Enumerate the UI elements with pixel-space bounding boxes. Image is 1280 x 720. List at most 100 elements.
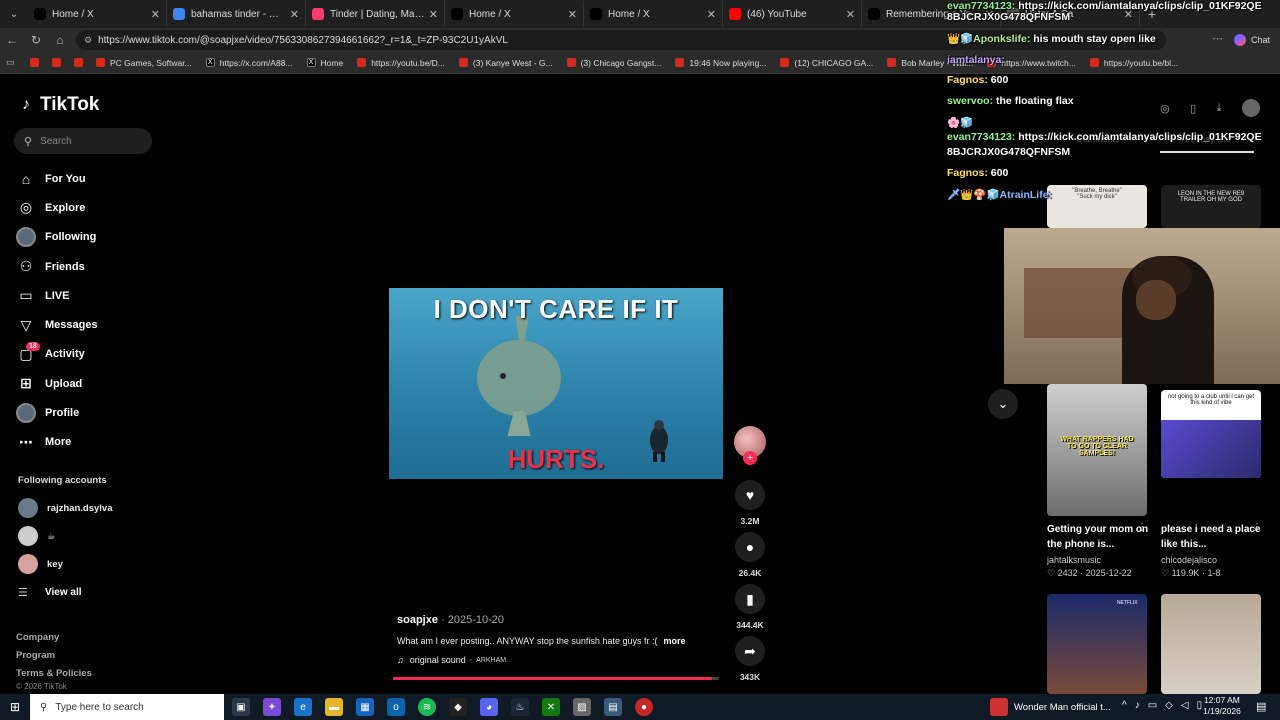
notification-icon[interactable]: ▤ bbox=[1256, 700, 1266, 713]
taskbar-search-input[interactable]: ⚲ Type here to search bbox=[30, 694, 224, 720]
follow-plus-icon[interactable]: + bbox=[743, 451, 757, 465]
app-icon[interactable]: ▨ bbox=[573, 698, 591, 716]
browser-tab[interactable]: Home / X ✕ bbox=[584, 1, 723, 27]
task-view-icon[interactable]: ▣ bbox=[232, 698, 250, 716]
following-account[interactable]: key bbox=[18, 550, 198, 578]
video-sound[interactable]: ♫ original sound - ARKHAM. bbox=[397, 655, 727, 665]
following-account[interactable]: ☕ bbox=[18, 522, 198, 550]
sidebar-item-more[interactable]: ⋯ More bbox=[16, 428, 196, 457]
bookmarks-menu-icon[interactable]: ▭ bbox=[6, 57, 20, 68]
display-icon[interactable]: ▭ bbox=[1148, 700, 1157, 711]
store-icon[interactable]: ▦ bbox=[356, 698, 374, 716]
sidebar-item-profile[interactable]: Profile bbox=[16, 398, 196, 427]
related-thumb-4[interactable] bbox=[1161, 594, 1261, 694]
sidebar-item-upload[interactable]: ⊞ Upload bbox=[16, 369, 196, 398]
active-window[interactable]: Wonder Man official t... bbox=[990, 694, 1111, 720]
tiktok-logo[interactable]: ♪ TikTok bbox=[18, 94, 99, 116]
outlook-icon[interactable]: o bbox=[387, 698, 405, 716]
sidebar-item-friends[interactable]: ⚇ Friends bbox=[16, 252, 196, 281]
bookmark-item[interactable]: (12) CHICAGO GA... bbox=[780, 58, 873, 68]
copilot-icon[interactable]: ✦ bbox=[263, 698, 281, 716]
files-icon[interactable]: ▤ bbox=[604, 698, 622, 716]
volume-icon[interactable]: ◁ bbox=[1181, 700, 1189, 711]
sidebar-item-activity[interactable]: ▢ Activity 18 bbox=[16, 340, 196, 369]
windows-start-icon[interactable]: ⊞ bbox=[0, 694, 30, 720]
discord-icon[interactable]: ◕ bbox=[480, 698, 498, 716]
spotify-icon[interactable]: ≋ bbox=[418, 698, 436, 716]
sidebar-item-following[interactable]: Following bbox=[16, 223, 196, 252]
comment-action[interactable]: ● 26.4K bbox=[733, 532, 767, 578]
reload-icon[interactable]: ↻ bbox=[24, 33, 48, 47]
more-button[interactable]: more bbox=[663, 636, 685, 646]
bookmark-item[interactable]: https://youtu.be/bl... bbox=[1089, 58, 1178, 68]
related-author-2[interactable]: chicodejalisco bbox=[1161, 555, 1217, 565]
browser-tab[interactable]: (46) YouTube ✕ bbox=[723, 1, 862, 27]
close-icon[interactable]: ✕ bbox=[429, 8, 438, 21]
sidebar-item-messages[interactable]: ▽ Messages bbox=[16, 310, 196, 339]
taskbar-clock[interactable]: 12:07 AM 1/19/2026 bbox=[1203, 695, 1241, 717]
close-icon[interactable]: ✕ bbox=[707, 8, 716, 21]
bookmark-item[interactable]: 19:46 Now playing... bbox=[675, 58, 766, 68]
sidebar-item-explore[interactable]: ◎ Explore bbox=[16, 193, 196, 222]
related-author-1[interactable]: jahtalksmusic bbox=[1047, 555, 1101, 565]
more-options-icon[interactable]: ⋮ bbox=[1252, 522, 1262, 533]
bookmark-item[interactable]: PC Games, Softwar... bbox=[96, 58, 192, 68]
footer-link[interactable]: Company bbox=[16, 629, 92, 647]
browser-tab[interactable]: Tinder | Dating, Make Friend ✕ bbox=[306, 1, 445, 27]
like-action[interactable]: ♥ 3.2M bbox=[733, 480, 767, 526]
media-icon[interactable]: ◆ bbox=[449, 698, 467, 716]
steam-icon[interactable]: ♨ bbox=[511, 698, 529, 716]
close-icon[interactable]: ✕ bbox=[846, 8, 855, 21]
bookmark-item[interactable]: https://youtu.be/D... bbox=[357, 58, 445, 68]
related-thumb-top-1[interactable]: "Breathe, Breathe" "Suck my dick" bbox=[1047, 185, 1147, 228]
footer-link[interactable]: Program bbox=[16, 647, 92, 665]
close-icon[interactable]: ✕ bbox=[151, 8, 160, 21]
bookmark-item[interactable]: Xhttps://x.com/A88... bbox=[205, 58, 293, 68]
compass-icon[interactable]: ◎ bbox=[1160, 102, 1170, 115]
footer-link[interactable]: Terms & Policies bbox=[16, 665, 92, 683]
related-thumb-3[interactable]: NETFLIX bbox=[1047, 594, 1147, 694]
back-icon[interactable]: ← bbox=[0, 33, 24, 47]
file-explorer-icon[interactable]: ▬ bbox=[325, 698, 343, 716]
download-icon[interactable]: ⤓ bbox=[1217, 102, 1222, 115]
bookmark-item[interactable]: X Home bbox=[306, 58, 343, 68]
copilot-chat-button[interactable]: Chat bbox=[1230, 31, 1276, 49]
xbox-icon[interactable]: ✕ bbox=[542, 698, 560, 716]
video-progress-bar[interactable] bbox=[393, 677, 719, 680]
close-icon[interactable]: ✕ bbox=[568, 8, 577, 21]
view-all-button[interactable]: ☰ View all bbox=[18, 578, 198, 606]
video-author[interactable]: soapjxe · 2025-10-20 bbox=[397, 614, 727, 626]
bookmark-item[interactable] bbox=[30, 58, 44, 68]
record-icon[interactable]: ● bbox=[635, 698, 653, 716]
menu-dots-icon[interactable]: ⋯ bbox=[1212, 32, 1223, 45]
tray-chevron-icon[interactable]: ^ bbox=[1122, 700, 1127, 711]
save-action[interactable]: ▮ 344.4K bbox=[733, 584, 767, 630]
following-account[interactable]: rajzhan.dsylva bbox=[18, 494, 198, 522]
bookmark-item[interactable]: (3) Chicago Gangst... bbox=[566, 58, 661, 68]
edge-icon[interactable]: e bbox=[294, 698, 312, 716]
related-thumb-2[interactable]: not going to a club until i can get this… bbox=[1161, 390, 1261, 478]
network-icon[interactable]: ◇ bbox=[1165, 700, 1173, 711]
browser-tab[interactable]: bahamas tinder - Google Se ✕ bbox=[167, 1, 306, 27]
browser-tab[interactable]: Home / X ✕ bbox=[28, 1, 167, 27]
related-thumb-top-2[interactable]: LEON IN THE NEW RE9 TRAILER OH MY GOD bbox=[1161, 185, 1261, 228]
sidebar-item-live[interactable]: ▭ LIVE bbox=[16, 281, 196, 310]
device-icon[interactable]: ▯ bbox=[1190, 102, 1196, 115]
user-avatar[interactable] bbox=[1241, 99, 1260, 117]
related-thumb-1[interactable]: WHAT RAPPERS HAD TO GO TO CLEAR SAMPLES! bbox=[1047, 384, 1147, 516]
search-input[interactable]: ⚲ Search bbox=[14, 128, 152, 154]
bookmark-item[interactable] bbox=[52, 58, 66, 68]
close-icon[interactable]: ✕ bbox=[290, 8, 299, 21]
mic-icon[interactable]: ♪ bbox=[1135, 700, 1140, 711]
bookmark-item[interactable]: (3) Kanye West - G... bbox=[458, 58, 553, 68]
next-video-button[interactable]: ⌄ bbox=[988, 389, 1018, 419]
video-player[interactable]: I DON'T CARE IF IT HURTS. bbox=[389, 288, 723, 479]
home-icon[interactable]: ⌂ bbox=[48, 33, 72, 47]
tab-search-icon[interactable]: ⌄ bbox=[0, 0, 28, 28]
site-info-icon[interactable]: ⚙ bbox=[84, 35, 92, 46]
browser-tab[interactable]: Home / X ✕ bbox=[445, 1, 584, 27]
share-action[interactable]: ➦ 343K bbox=[733, 636, 767, 682]
more-options-icon[interactable]: ⋮ bbox=[1137, 522, 1147, 533]
language-icon[interactable]: ▯ bbox=[1197, 700, 1203, 711]
bookmark-item[interactable] bbox=[74, 58, 88, 68]
